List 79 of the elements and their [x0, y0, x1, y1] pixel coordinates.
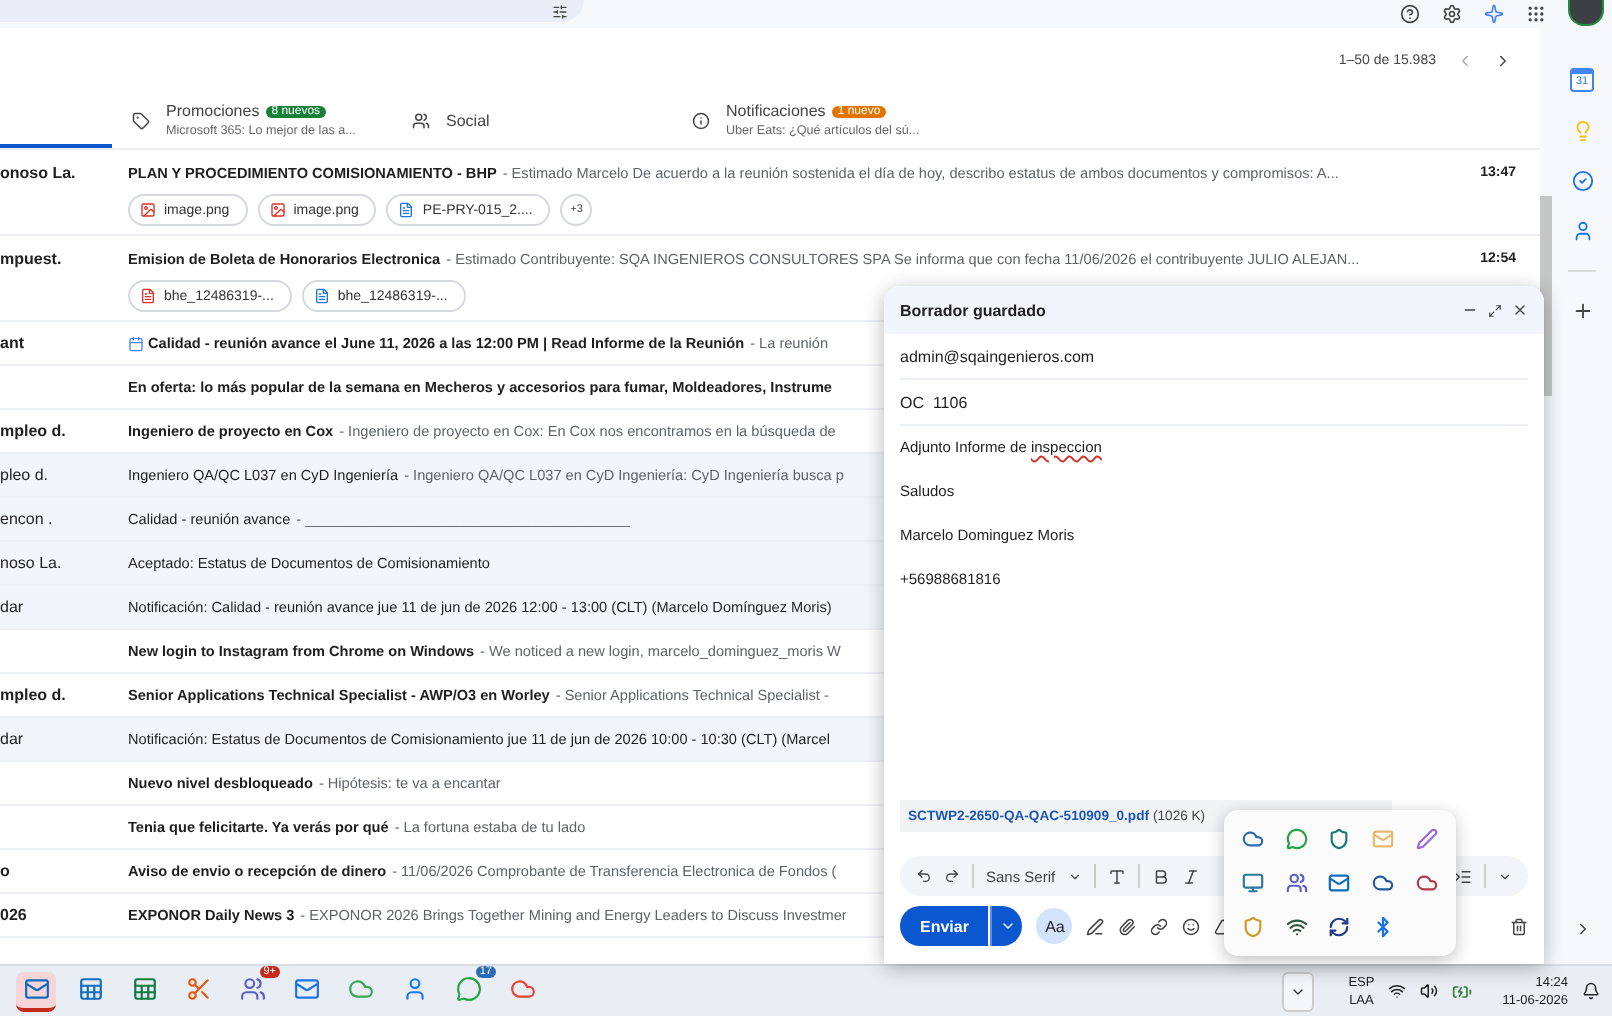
tab-icon: [412, 111, 430, 129]
italic-icon[interactable]: [1181, 867, 1200, 885]
pen-icon[interactable]: [1086, 917, 1105, 935]
sender-name: pleo d.: [0, 466, 49, 484]
wifi-icon[interactable]: [1285, 915, 1308, 938]
cloud-icon[interactable]: [1415, 871, 1438, 894]
image-icon: [140, 202, 156, 218]
caret-icon[interactable]: [1498, 869, 1512, 883]
sender-name: dar: [0, 730, 24, 748]
category-tab[interactable]: Social: [392, 92, 672, 148]
settings-icon[interactable]: [1442, 3, 1462, 23]
sender-name: onoso La.: [0, 163, 76, 181]
tab-icon: [132, 111, 150, 129]
monitor-icon[interactable]: [1242, 871, 1265, 894]
social-app-icon: [401, 976, 427, 1002]
bold-icon[interactable]: [1151, 867, 1170, 885]
calendar-icon: [128, 335, 144, 351]
sparkle-icon[interactable]: [1484, 3, 1504, 23]
emoji-icon[interactable]: [1182, 917, 1201, 935]
bluetooth-icon[interactable]: [1372, 915, 1395, 938]
close-icon[interactable]: [1512, 302, 1528, 318]
mail-icon[interactable]: [1328, 871, 1351, 894]
apps-icon[interactable]: [1526, 3, 1546, 23]
attach-icon[interactable]: [1118, 917, 1137, 935]
contacts-icon[interactable]: [1571, 220, 1593, 242]
indent-icon[interactable]: [1454, 867, 1472, 885]
cloud-icon[interactable]: [1372, 871, 1395, 894]
help-icon[interactable]: [1400, 3, 1420, 23]
undo-icon[interactable]: [916, 868, 932, 884]
send-options-button[interactable]: [990, 906, 1023, 946]
redo-icon[interactable]: [944, 868, 960, 884]
text-size-icon[interactable]: [1107, 867, 1126, 885]
filter-icon[interactable]: [552, 3, 568, 19]
sender-name: o: [0, 862, 10, 880]
recipient-field[interactable]: admin@sqaingenieros.com: [900, 334, 1528, 380]
tab-label: Social: [446, 111, 490, 129]
bell-icon[interactable]: [1582, 982, 1600, 1000]
next-icon[interactable]: [1494, 51, 1512, 69]
taskbar-app[interactable]: [16, 971, 56, 1011]
sender-name: ant: [0, 334, 24, 352]
add-icon[interactable]: [1571, 300, 1593, 322]
expand-icon[interactable]: [1488, 303, 1502, 317]
sender-name: encon .: [0, 510, 53, 528]
search-field[interactable]: [0, 0, 584, 22]
tab-label: Promociones: [166, 102, 260, 120]
battery-icon[interactable]: [1452, 981, 1473, 1001]
format-button[interactable]: Aa: [1036, 908, 1073, 944]
avatar[interactable]: [1568, 0, 1604, 26]
sender-name: dar: [0, 598, 24, 616]
compose-title: Borrador guardado: [900, 301, 1046, 319]
trash-icon[interactable]: [1510, 917, 1528, 935]
chat-app-icon: [455, 976, 481, 1002]
image-icon: [269, 202, 286, 218]
document-icon: [313, 288, 330, 304]
caret-icon[interactable]: [1067, 869, 1082, 883]
mail-app-icon: [293, 976, 319, 1002]
tab-icon: [692, 111, 710, 129]
sender-name: 026: [0, 906, 27, 924]
tab-label: Notificaciones: [726, 102, 826, 120]
cloud-icon[interactable]: [1242, 828, 1265, 851]
tasks-icon[interactable]: [1571, 170, 1593, 192]
shield-icon[interactable]: [1328, 828, 1351, 851]
send-button[interactable]: Enviar: [900, 906, 989, 946]
sender-name: mpuest.: [0, 249, 62, 267]
subject-field[interactable]: OC 1106: [900, 380, 1528, 426]
link-icon[interactable]: [1150, 917, 1169, 935]
scissors-app-icon: [185, 976, 211, 1002]
wifi-icon[interactable]: [1388, 982, 1407, 1000]
caret-icon: [999, 918, 1016, 934]
document-icon: [398, 202, 415, 218]
sender-name: mpleo d.: [0, 422, 66, 440]
pdf-icon: [140, 288, 156, 304]
chat-icon[interactable]: [1285, 828, 1308, 851]
spreadsheet-app-icon: [131, 976, 157, 1002]
mail-app-icon: [23, 976, 49, 1002]
volume-icon[interactable]: [1420, 982, 1439, 1000]
sender-name: mpleo d.: [0, 686, 66, 704]
sync-icon[interactable]: [1328, 915, 1351, 938]
sender-name: noso La.: [0, 554, 62, 572]
